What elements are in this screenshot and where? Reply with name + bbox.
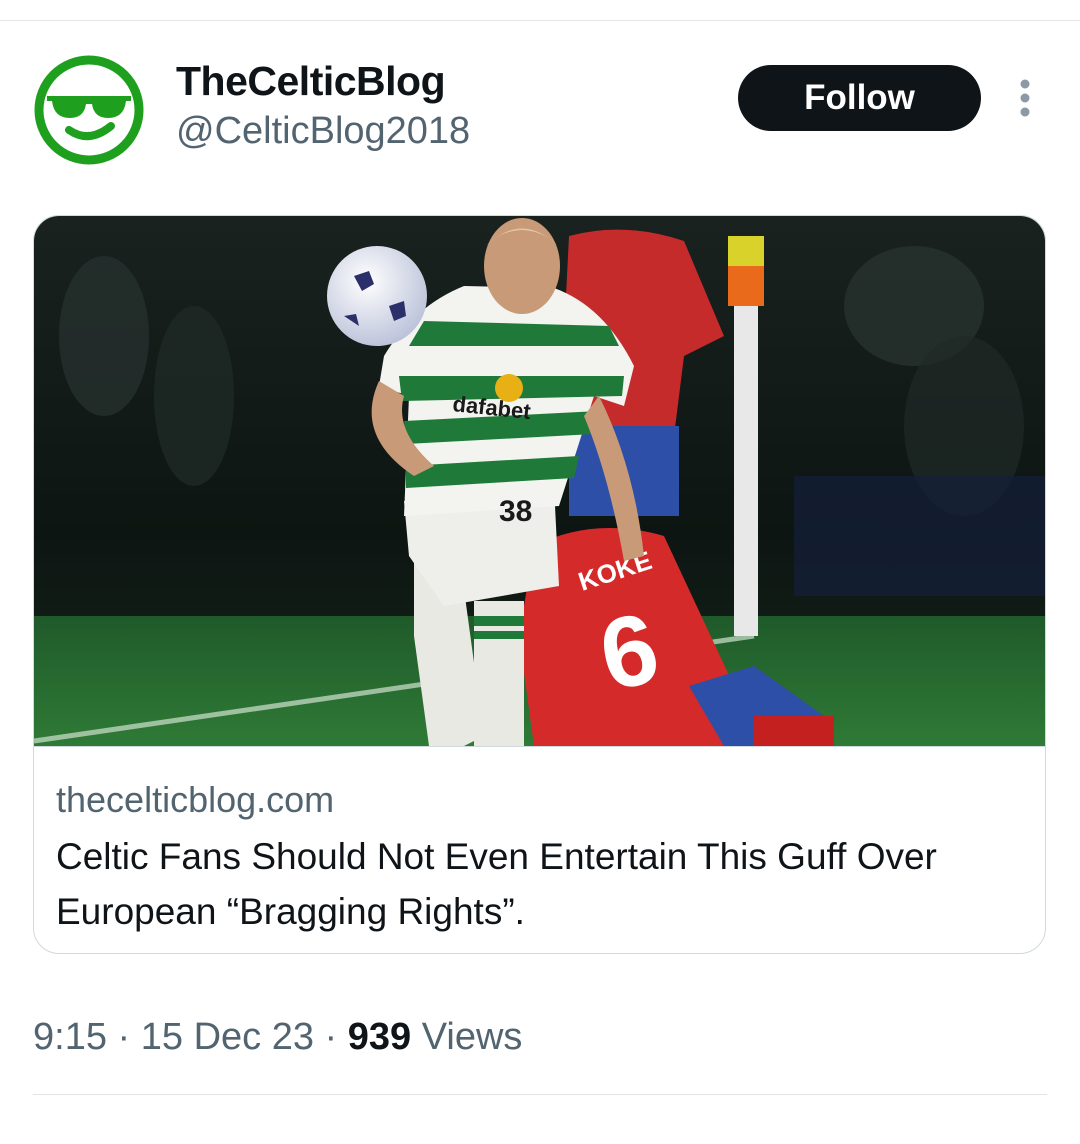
link-card[interactable]: KOKE 6 dafabet 38 thecelticblog.com Celt… <box>33 215 1046 954</box>
views-label: Views <box>411 1016 523 1058</box>
post-header: TheCelticBlog @CelticBlog2018 Follow <box>0 0 1080 180</box>
bottom-divider <box>33 1094 1047 1095</box>
post-meta: 9:15 · 15 Dec 23 · 939 Views <box>33 1016 522 1059</box>
post-time[interactable]: 9:15 <box>33 1016 107 1058</box>
vertical-ellipsis-icon[interactable] <box>1008 76 1042 120</box>
author-handle[interactable]: @CelticBlog2018 <box>176 110 470 153</box>
post-date[interactable]: 15 Dec 23 <box>141 1016 314 1058</box>
link-card-title[interactable]: Celtic Fans Should Not Even Entertain Th… <box>56 829 1016 939</box>
author-name[interactable]: TheCelticBlog <box>176 58 446 105</box>
meta-separator: · <box>106 1016 141 1058</box>
shirt-number-text: 38 <box>499 495 532 528</box>
views-count: 939 <box>347 1016 412 1058</box>
meta-separator: · <box>313 1016 348 1058</box>
link-card-image[interactable]: KOKE 6 dafabet 38 <box>34 216 1045 746</box>
sunglasses-smiley-icon[interactable] <box>33 54 145 166</box>
link-card-text[interactable]: thecelticblog.com Celtic Fans Should Not… <box>34 746 1045 953</box>
follow-button[interactable]: Follow <box>738 65 981 131</box>
link-card-domain[interactable]: thecelticblog.com <box>56 779 334 821</box>
